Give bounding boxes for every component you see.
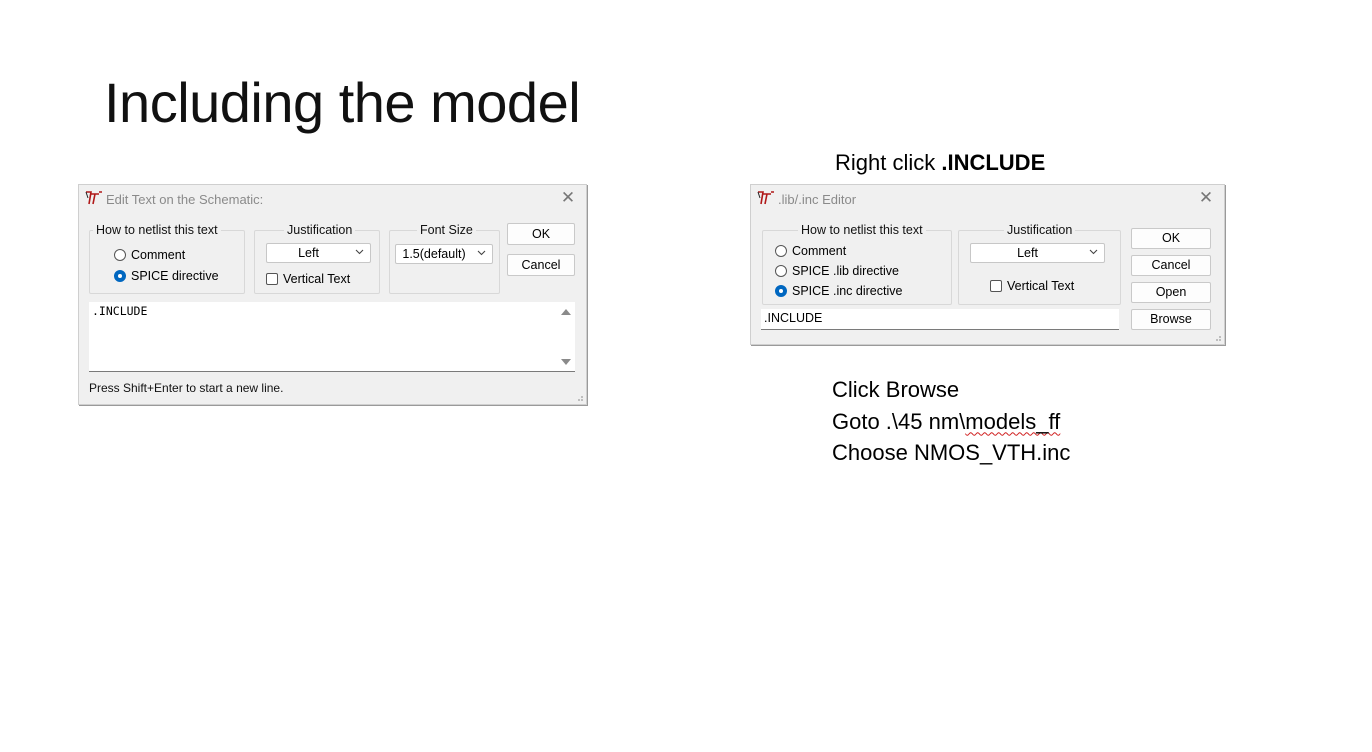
font-size-group: Font Size 1.5(default) xyxy=(389,223,500,294)
cancel-button[interactable]: Cancel xyxy=(507,254,575,276)
ltspice-app-icon xyxy=(757,191,774,205)
radio-label: SPICE .inc directive xyxy=(792,284,903,298)
dialog-title: .lib/.inc Editor xyxy=(778,192,857,207)
chevron-down-icon xyxy=(355,249,364,255)
dialog-titlebar: .lib/.inc Editor ✕ xyxy=(751,185,1224,213)
vertical-text-checkbox[interactable]: Vertical Text xyxy=(990,279,1074,293)
directive-text-area[interactable]: .INCLUDE xyxy=(89,302,575,372)
radio-button[interactable] xyxy=(775,245,787,257)
cancel-button[interactable]: Cancel xyxy=(1131,255,1211,276)
directive-text: .INCLUDE xyxy=(92,304,148,318)
justification-group: Justification Left Vertical Text xyxy=(958,223,1121,305)
resize-grip-icon[interactable] xyxy=(575,393,584,402)
close-icon[interactable]: ✕ xyxy=(1198,189,1214,206)
radio-spice-directive[interactable]: SPICE directive xyxy=(114,269,219,283)
font-size-select[interactable]: 1.5(default) xyxy=(395,244,493,264)
close-icon[interactable]: ✕ xyxy=(560,189,576,206)
instruction-steps: Click Browse Goto .\45 nm\models_ff Choo… xyxy=(832,374,1070,469)
caption-prefix: Right click xyxy=(835,150,942,175)
right-click-caption: Right click .INCLUDE xyxy=(835,150,1045,176)
dialog-title: Edit Text on the Schematic: xyxy=(106,192,264,207)
step-line: Choose NMOS_VTH.inc xyxy=(832,440,1071,465)
ltspice-app-icon xyxy=(85,191,102,205)
radio-button-selected[interactable] xyxy=(114,270,126,282)
dialog-titlebar: Edit Text on the Schematic: ✕ xyxy=(79,185,586,213)
chevron-down-icon xyxy=(477,250,486,256)
lib-inc-editor-dialog: .lib/.inc Editor ✕ How to netlist this t… xyxy=(750,184,1225,345)
vertical-text-checkbox[interactable]: Vertical Text xyxy=(266,272,350,286)
scroll-up-icon[interactable] xyxy=(561,309,571,315)
netlist-mode-group: How to netlist this text Comment SPICE .… xyxy=(762,223,952,305)
justification-select[interactable]: Left xyxy=(266,243,371,263)
group-label: How to netlist this text xyxy=(798,223,926,237)
group-label: Justification xyxy=(284,223,356,237)
status-hint: Press Shift+Enter to start a new line. xyxy=(89,381,284,395)
checkbox[interactable] xyxy=(990,280,1002,292)
radio-label: Comment xyxy=(792,244,847,258)
caption-bold: .INCLUDE xyxy=(941,150,1046,175)
select-value: 1.5(default) xyxy=(402,247,466,261)
browse-button[interactable]: Browse xyxy=(1131,309,1211,330)
radio-comment[interactable]: Comment xyxy=(775,244,846,258)
radio-comment[interactable]: Comment xyxy=(114,248,185,262)
spellcheck-word: models_ff xyxy=(965,408,1061,434)
ok-button[interactable]: OK xyxy=(507,223,575,245)
checkbox-label: Vertical Text xyxy=(1007,279,1075,293)
radio-label: SPICE directive xyxy=(131,269,219,283)
step-line: Click Browse xyxy=(832,377,960,402)
radio-spice-lib[interactable]: SPICE .lib directive xyxy=(775,264,899,278)
select-value: Left xyxy=(1017,246,1038,260)
slide-title: Including the model xyxy=(104,71,581,134)
radio-button[interactable] xyxy=(114,249,126,261)
ok-button[interactable]: OK xyxy=(1131,228,1211,249)
edit-text-dialog: Edit Text on the Schematic: ✕ How to net… xyxy=(78,184,587,405)
chevron-down-icon xyxy=(1089,249,1098,255)
checkbox-label: Vertical Text xyxy=(283,272,351,286)
select-value: Left xyxy=(298,246,319,260)
justification-select[interactable]: Left xyxy=(970,243,1105,263)
include-path-input[interactable]: .INCLUDE xyxy=(761,309,1119,330)
resize-grip-icon[interactable] xyxy=(1213,333,1222,342)
group-label: How to netlist this text xyxy=(93,223,221,237)
radio-label: Comment xyxy=(131,248,186,262)
group-label: Justification xyxy=(1004,223,1076,237)
step-line: Goto .\45 nm\models_ff xyxy=(832,406,1070,438)
netlist-mode-group: How to netlist this text Comment SPICE d… xyxy=(89,223,245,294)
group-label: Font Size xyxy=(417,223,476,237)
radio-button[interactable] xyxy=(775,265,787,277)
open-button[interactable]: Open xyxy=(1131,282,1211,303)
checkbox[interactable] xyxy=(266,273,278,285)
radio-spice-inc[interactable]: SPICE .inc directive xyxy=(775,284,902,298)
justification-group: Justification Left Vertical Text xyxy=(254,223,380,294)
radio-button-selected[interactable] xyxy=(775,285,787,297)
radio-label: SPICE .lib directive xyxy=(792,264,899,278)
step-path-prefix: Goto .\45 nm\ xyxy=(832,408,966,434)
scroll-down-icon[interactable] xyxy=(561,359,571,365)
